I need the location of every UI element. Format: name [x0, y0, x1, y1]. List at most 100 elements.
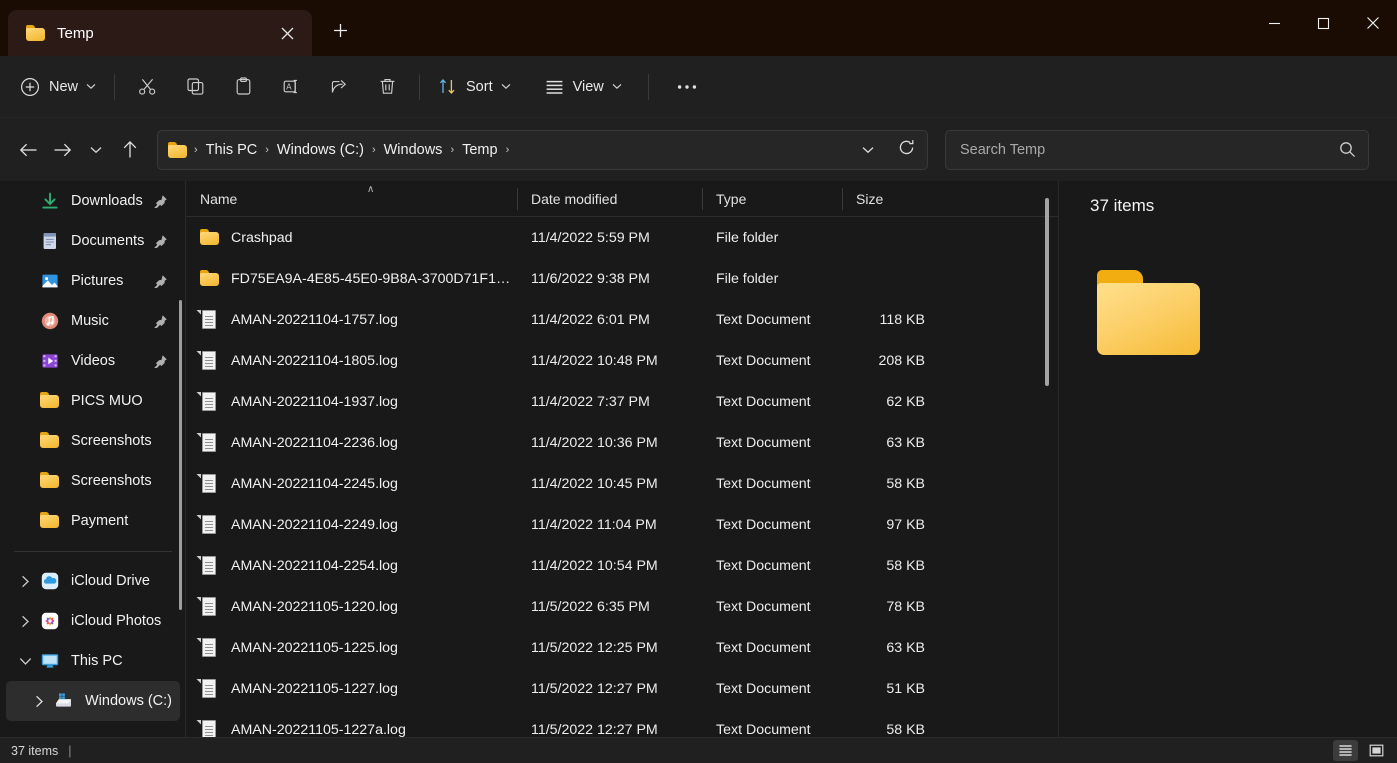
details-view-icon: [1338, 744, 1353, 757]
ellipsis-icon: [677, 84, 697, 90]
close-icon[interactable]: [272, 18, 302, 48]
up-button[interactable]: [113, 133, 147, 167]
file-name: FD75EA9A-4E85-45E0-9B8A-3700D71F1…: [231, 271, 510, 287]
folder-icon: [40, 391, 60, 411]
column-header-date-modified[interactable]: Date modified: [517, 181, 702, 217]
this-pc-icon: [40, 651, 60, 671]
delete-button[interactable]: [367, 68, 407, 106]
new-tab-button[interactable]: [320, 13, 360, 53]
breadcrumb-item-temp[interactable]: Temp: [457, 139, 502, 161]
address-dropdown-button[interactable]: [853, 135, 883, 165]
chevron-right-icon[interactable]: [14, 601, 36, 641]
chevron-right-icon[interactable]: [28, 681, 50, 721]
sidebar-item-screenshots-1[interactable]: Screenshots: [6, 421, 180, 461]
file-list[interactable]: Name ∧ Date modified Type Size Crashpad: [186, 181, 1059, 737]
column-header-size[interactable]: Size: [842, 181, 943, 217]
recent-locations-button[interactable]: [79, 133, 113, 167]
pin-icon[interactable]: [150, 191, 170, 211]
minimize-icon: [1268, 17, 1281, 30]
arrow-up-icon: [122, 140, 138, 159]
folder-icon: [40, 471, 60, 491]
table-row[interactable]: AMAN-20221105-1225.log 11/5/2022 12:25 P…: [186, 627, 1059, 668]
sidebar-item-videos[interactable]: Videos: [6, 341, 180, 381]
file-list-scrollbar[interactable]: [1045, 198, 1049, 386]
cell-name: AMAN-20221105-1227a.log: [186, 720, 517, 738]
sidebar-item-downloads[interactable]: Downloads: [6, 181, 180, 221]
table-row[interactable]: AMAN-20221104-1757.log 11/4/2022 6:01 PM…: [186, 299, 1059, 340]
sidebar-item-documents[interactable]: Documents: [6, 221, 180, 261]
table-row[interactable]: AMAN-20221104-2254.log 11/4/2022 10:54 P…: [186, 545, 1059, 586]
search-input[interactable]: [960, 142, 1339, 158]
chevron-down-icon[interactable]: [14, 641, 36, 681]
icloud-drive-icon: [40, 571, 60, 591]
cell-date-modified: 11/4/2022 6:01 PM: [517, 312, 702, 328]
rename-button[interactable]: A: [271, 68, 311, 106]
share-button[interactable]: [319, 68, 359, 106]
minimize-button[interactable]: [1250, 0, 1299, 46]
refresh-button[interactable]: [891, 135, 921, 165]
cell-type: Text Document: [702, 353, 842, 369]
sidebar-scrollbar[interactable]: [179, 300, 182, 610]
sidebar-item-music[interactable]: Music: [6, 301, 180, 341]
breadcrumb-item-windows[interactable]: Windows: [379, 139, 448, 161]
cell-date-modified: 11/4/2022 5:59 PM: [517, 230, 702, 246]
table-row[interactable]: AMAN-20221104-1937.log 11/4/2022 7:37 PM…: [186, 381, 1059, 422]
preview-title: 37 items: [1090, 196, 1154, 216]
sidebar-divider: [14, 551, 172, 552]
view-button[interactable]: View: [535, 68, 632, 106]
table-row[interactable]: AMAN-20221104-1805.log 11/4/2022 10:48 P…: [186, 340, 1059, 381]
sidebar-item-screenshots-2[interactable]: Screenshots: [6, 461, 180, 501]
sidebar-item-windows-c[interactable]: Windows (C:): [6, 681, 180, 721]
cut-button[interactable]: [127, 68, 167, 106]
table-row[interactable]: AMAN-20221104-2236.log 11/4/2022 10:36 P…: [186, 422, 1059, 463]
sidebar-item-pictures[interactable]: Pictures: [6, 261, 180, 301]
cell-name: AMAN-20221105-1227.log: [186, 679, 517, 699]
maximize-button[interactable]: [1299, 0, 1348, 46]
sort-button[interactable]: Sort: [428, 68, 521, 106]
file-name: AMAN-20221105-1220.log: [231, 599, 398, 615]
table-row[interactable]: AMAN-20221105-1220.log 11/5/2022 6:35 PM…: [186, 586, 1059, 627]
cell-name: AMAN-20221104-2245.log: [186, 474, 517, 494]
sidebar-item-pics-muo[interactable]: PICS MUO: [6, 381, 180, 421]
sidebar-item-this-pc[interactable]: This PC: [6, 641, 180, 681]
refresh-icon: [898, 139, 915, 161]
chevron-right-icon[interactable]: [14, 561, 36, 601]
copy-button[interactable]: [175, 68, 215, 106]
pin-icon[interactable]: [150, 271, 170, 291]
chevron-down-icon: [86, 83, 96, 90]
sidebar-item-payment[interactable]: Payment: [6, 501, 180, 541]
close-button[interactable]: [1348, 0, 1397, 46]
navigation-pane[interactable]: Downloads Documents: [0, 181, 186, 737]
cell-date-modified: 11/4/2022 10:48 PM: [517, 353, 702, 369]
large-icons-view-button[interactable]: [1364, 740, 1389, 761]
table-row[interactable]: FD75EA9A-4E85-45E0-9B8A-3700D71F1… 11/6/…: [186, 258, 1059, 299]
table-row[interactable]: Crashpad 11/4/2022 5:59 PM File folder: [186, 217, 1059, 258]
pin-icon[interactable]: [150, 311, 170, 331]
pin-icon[interactable]: [150, 351, 170, 371]
text-document-icon: [200, 392, 220, 412]
details-view-button[interactable]: [1333, 740, 1358, 761]
column-header-name[interactable]: Name ∧: [186, 181, 517, 217]
tab-temp[interactable]: Temp: [8, 10, 312, 56]
sidebar-item-label: Videos: [71, 353, 150, 369]
text-document-icon: [200, 474, 220, 494]
pin-icon[interactable]: [150, 231, 170, 251]
table-row[interactable]: AMAN-20221104-2245.log 11/4/2022 10:45 P…: [186, 463, 1059, 504]
column-header-type[interactable]: Type: [702, 181, 842, 217]
back-button[interactable]: [11, 133, 45, 167]
table-row[interactable]: AMAN-20221104-2249.log 11/4/2022 11:04 P…: [186, 504, 1059, 545]
breadcrumb-item-this-pc[interactable]: This PC: [201, 139, 263, 161]
breadcrumb-item-windows-c[interactable]: Windows (C:): [272, 139, 369, 161]
paste-button[interactable]: [223, 68, 263, 106]
table-row[interactable]: AMAN-20221105-1227a.log 11/5/2022 12:27 …: [186, 709, 1059, 737]
cell-date-modified: 11/6/2022 9:38 PM: [517, 271, 702, 287]
folder-icon: [200, 228, 220, 248]
new-button[interactable]: New: [10, 68, 106, 106]
address-bar[interactable]: › This PC › Windows (C:) › Windows › Tem…: [157, 130, 928, 170]
see-more-button[interactable]: [667, 68, 707, 106]
forward-button[interactable]: [45, 133, 79, 167]
sidebar-item-icloud-drive[interactable]: iCloud Drive: [6, 561, 180, 601]
table-row[interactable]: AMAN-20221105-1227.log 11/5/2022 12:27 P…: [186, 668, 1059, 709]
sidebar-item-icloud-photos[interactable]: iCloud Photos: [6, 601, 180, 641]
search-box[interactable]: [945, 130, 1369, 170]
